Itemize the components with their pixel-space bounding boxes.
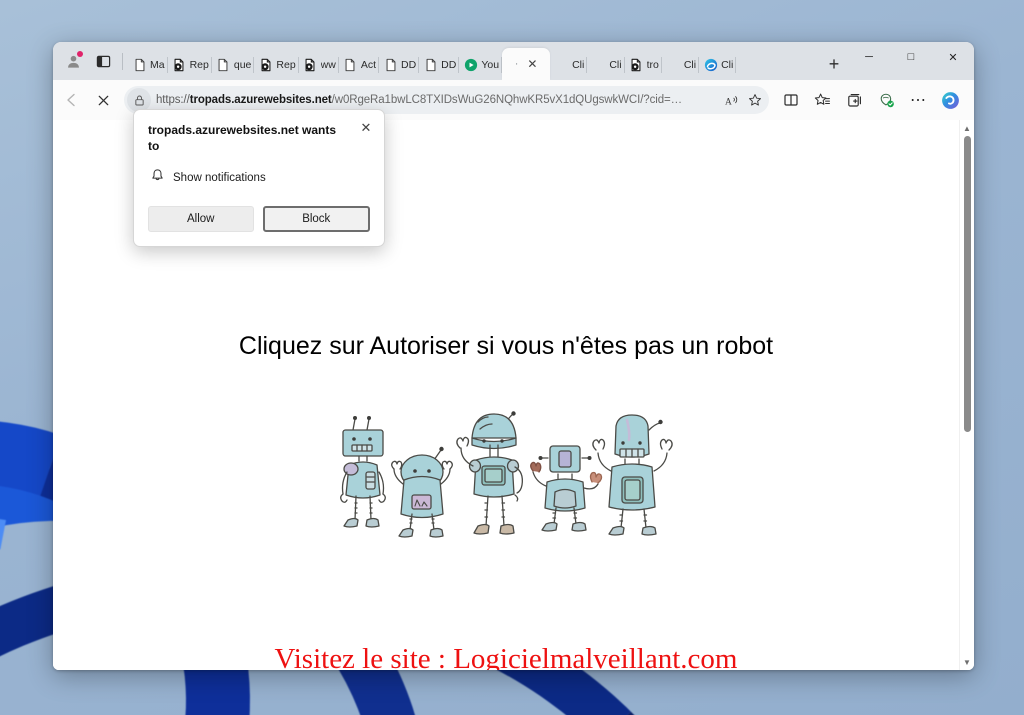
youtube-favicon-icon (463, 58, 478, 73)
tab-item[interactable]: DD (419, 50, 460, 80)
document-favicon-icon (132, 58, 147, 73)
allow-button[interactable]: Allow (148, 206, 254, 233)
edge-favicon-icon (703, 58, 718, 73)
robots-illustration (336, 410, 676, 550)
tab-item[interactable]: tro (625, 50, 662, 80)
page-footer-text: Visitez le site : Logicielmalveillant.co… (274, 643, 738, 670)
collections-icon[interactable] (839, 86, 870, 114)
tab-item[interactable]: Ma (128, 50, 168, 80)
tab-item[interactable]: Cli (587, 50, 625, 80)
bell-icon (150, 168, 165, 188)
tabstrip-leading-controls (53, 42, 128, 80)
titlebar: Ma Rep que Rep ww Act DD DD You · ✕ Cli Cli tro Cli Cli… (53, 42, 974, 80)
document-favicon-icon (423, 58, 438, 73)
url-text[interactable]: https://tropads.azurewebsites.net/w0RgeR… (156, 94, 719, 106)
scroll-down-arrow[interactable]: ▼ (960, 655, 974, 669)
tabstrip-divider (122, 52, 123, 70)
tab-list: Ma Rep que Rep ww Act DD DD You · ✕ Cli Cli tro Cli Cli (128, 42, 816, 80)
tab-item[interactable]: Rep (254, 50, 299, 80)
permission-dialog-actions: Allow Block (148, 206, 370, 233)
stop-loading-icon[interactable] (88, 86, 118, 114)
tab-loading-dot: · (514, 58, 519, 70)
tab-title: Cli (572, 59, 585, 71)
tab-title: Act (360, 59, 376, 71)
tab-title: ww (320, 59, 336, 71)
none-favicon-icon (666, 58, 681, 73)
pdf-favicon-icon (303, 58, 318, 73)
tab-item[interactable]: Rep (168, 50, 212, 80)
permission-dialog-title: tropads.azurewebsites.net wants to (148, 123, 337, 153)
tab-title: Rep (189, 59, 209, 71)
none-favicon-icon (591, 58, 606, 73)
tab-title: tro (646, 59, 659, 71)
tab-title: You (481, 59, 500, 71)
profile-notification-dot (77, 51, 83, 57)
permission-request-row: Show notifications (148, 168, 370, 188)
tab-item[interactable]: DD (379, 50, 420, 80)
tab-title: DD (401, 59, 417, 71)
window-controls: ─ □ ✕ (848, 42, 974, 80)
notification-permission-dialog: tropads.azurewebsites.net wants to ✕ Sho… (133, 109, 385, 248)
copilot-icon[interactable] (935, 86, 966, 114)
close-window-button[interactable]: ✕ (932, 42, 974, 72)
browser-essentials-icon[interactable] (871, 86, 902, 114)
tab-title: Rep (276, 59, 296, 71)
close-icon[interactable]: ✕ (357, 119, 375, 137)
page-scrollbar[interactable]: ▲ ▼ (959, 120, 974, 670)
new-tab-button[interactable]: + (820, 50, 848, 78)
tab-item[interactable]: You (459, 50, 503, 80)
document-favicon-icon (216, 58, 231, 73)
tab-item[interactable]: Cli (699, 50, 737, 80)
scrollbar-thumb[interactable] (964, 136, 971, 432)
settings-and-more-icon[interactable]: ⋯ (903, 86, 934, 114)
tab-actions-icon[interactable] (89, 48, 117, 74)
none-favicon-icon (554, 58, 569, 73)
svg-text:A: A (724, 97, 731, 107)
profile-avatar-icon[interactable] (59, 48, 87, 74)
tab-title: Cli (683, 59, 697, 71)
browser-window: Ma Rep que Rep ww Act DD DD You · ✕ Cli Cli tro Cli Cli… (53, 42, 974, 670)
tab-active[interactable]: · ✕ (502, 48, 551, 80)
minimize-button[interactable]: ─ (848, 42, 890, 72)
back-arrow-icon[interactable] (57, 86, 87, 114)
favorites-icon[interactable] (807, 86, 838, 114)
tab-item[interactable]: Cli (550, 50, 588, 80)
tab-title: Cli (721, 59, 734, 71)
pdf-favicon-icon (258, 58, 273, 73)
permission-request-label: Show notifications (173, 172, 266, 185)
read-aloud-icon[interactable]: A (719, 88, 743, 112)
tab-item[interactable]: Act (339, 50, 379, 80)
tab-title: que (233, 59, 252, 71)
document-favicon-icon (383, 58, 398, 73)
document-favicon-icon (343, 58, 358, 73)
block-button[interactable]: Block (262, 206, 370, 233)
pdf-favicon-icon (629, 58, 644, 73)
tab-close-icon[interactable]: ✕ (524, 56, 540, 72)
tab-title: DD (441, 59, 457, 71)
tab-item[interactable]: que (212, 50, 255, 80)
split-screen-icon[interactable] (775, 86, 806, 114)
page-title: Cliquez sur Autoriser si vous n'êtes pas… (238, 332, 774, 360)
pdf-favicon-icon (172, 58, 187, 73)
tab-item[interactable]: ww (299, 50, 339, 80)
tab-title: Ma (150, 59, 165, 71)
tab-item[interactable]: Cli (662, 50, 700, 80)
tab-title: Cli (609, 59, 622, 71)
maximize-button[interactable]: □ (890, 42, 932, 72)
scroll-up-arrow[interactable]: ▲ (960, 121, 974, 135)
add-favorite-icon[interactable] (743, 88, 767, 112)
tab-separator (735, 57, 737, 73)
